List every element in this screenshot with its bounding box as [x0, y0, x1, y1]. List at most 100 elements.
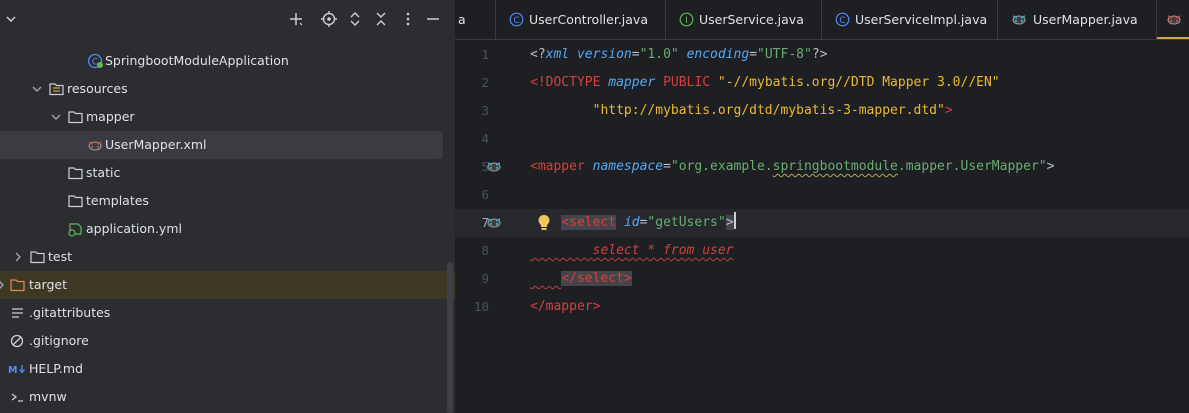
- tree-item-mvnw[interactable]: mvnw: [0, 383, 455, 411]
- svg-text:M: M: [8, 365, 17, 376]
- attr-value: "getUsers": [647, 215, 726, 230]
- tab-usermapper-java[interactable]: UserMapper.java: [998, 0, 1156, 39]
- xml-keyword: xml: [545, 47, 570, 62]
- add-icon[interactable]: [287, 10, 305, 28]
- markdown-icon: M: [8, 365, 25, 376]
- tree-item-label: mvnw: [29, 389, 67, 404]
- tab-usermapper-xml[interactable]: [1157, 0, 1189, 39]
- tree-item-springbootmoduleapplication[interactable]: C SpringbootModuleApplication: [0, 47, 455, 75]
- expand-all-icon[interactable]: [346, 10, 364, 28]
- tag-open: <mapper: [530, 159, 585, 174]
- tab-label: a: [458, 12, 466, 27]
- excluded-folder-icon: [10, 279, 25, 292]
- tag-close: </mapper>: [530, 299, 601, 314]
- line-number: 4: [481, 131, 489, 146]
- attr-name: namespace: [592, 159, 664, 174]
- chevron-right-icon[interactable]: [0, 279, 7, 291]
- tree-item-test[interactable]: test: [0, 243, 455, 271]
- mybatis-navigate-icon[interactable]: [485, 216, 503, 230]
- tab-userservice[interactable]: I UserService.java: [666, 0, 822, 39]
- tag-close: >: [1046, 159, 1055, 174]
- hide-icon[interactable]: [424, 10, 442, 28]
- code-line-2: <!DOCTYPE mapper PUBLIC "-//mybatis.org/…: [530, 69, 1000, 97]
- code-line-3: "http://mybatis.org/dtd/mybatis-3-mapper…: [530, 97, 953, 125]
- line-number: 8: [481, 243, 489, 258]
- resources-folder-icon: [49, 83, 64, 96]
- tab-label: UserMapper.java: [1033, 12, 1138, 27]
- code-line-5: <mapper namespace="org.example.springboo…: [530, 159, 1055, 174]
- code-line-9: </select>: [530, 265, 632, 293]
- editor-pane: a C UserController.java I UserService.ja…: [455, 0, 1189, 413]
- text-caret: [733, 212, 736, 229]
- chevron-down-icon[interactable]: [50, 111, 62, 123]
- class-icon: C: [835, 12, 850, 27]
- mybatis-icon: [1012, 15, 1026, 25]
- tree-item-label: static: [86, 165, 121, 180]
- xml-decl-open: <?: [530, 47, 546, 62]
- selection-highlight: [0, 131, 443, 159]
- tab-label: UserServiceImpl.java: [855, 12, 988, 27]
- options-icon[interactable]: [399, 10, 417, 28]
- project-tool-window: C SpringbootModuleApplication resources …: [0, 0, 455, 413]
- tree-item-gitattributes[interactable]: .gitattributes: [0, 299, 455, 327]
- tab-label: UserService.java: [699, 12, 804, 27]
- spring-yml-icon: [68, 223, 82, 237]
- tree-item-label: application.yml: [86, 221, 182, 236]
- tree-item-usermapper-xml[interactable]: UserMapper.xml: [0, 131, 455, 159]
- mybatis-icon: [88, 141, 102, 151]
- tab-truncated[interactable]: a: [458, 0, 498, 39]
- project-scrollbar[interactable]: [447, 262, 453, 413]
- folder-icon: [68, 167, 83, 180]
- tree-item-mapper[interactable]: mapper: [0, 103, 455, 131]
- tree-item-label: target: [29, 277, 68, 292]
- tree-item-help-md[interactable]: M HELP.md: [0, 355, 455, 383]
- tree-item-templates[interactable]: templates: [0, 187, 455, 215]
- line-number: 6: [481, 187, 489, 202]
- folder-icon: [68, 111, 83, 124]
- tab-label: UserController.java: [529, 12, 648, 27]
- tree-item-gitignore[interactable]: .gitignore: [0, 327, 455, 355]
- chevron-right-icon[interactable]: [12, 251, 24, 263]
- tab-userserviceimpl[interactable]: C UserServiceImpl.java: [822, 0, 997, 39]
- editor-tabs: a C UserController.java I UserService.ja…: [455, 0, 1189, 40]
- line-number: 9: [481, 271, 489, 286]
- attr-name: version: [576, 47, 632, 62]
- tree-item-label: test: [48, 249, 73, 264]
- attr-value: .mapper.UserMapper": [897, 159, 1047, 174]
- line-number: 5: [481, 159, 489, 174]
- tab-usercontroller[interactable]: C UserController.java: [496, 0, 653, 39]
- mybatis-navigate-icon[interactable]: [485, 160, 503, 174]
- code-line-7: <select id="getUsers">: [530, 209, 736, 237]
- line-number: 10: [473, 299, 489, 314]
- tree-item-target[interactable]: target: [0, 271, 455, 299]
- ignore-file-icon: [10, 334, 24, 348]
- tree-item-label: .gitignore: [29, 333, 89, 348]
- interface-icon: I: [679, 12, 694, 27]
- locate-icon[interactable]: [320, 10, 338, 28]
- tree-item-label: HELP.md: [29, 361, 83, 376]
- attr-name: encoding: [686, 47, 750, 62]
- doctype-close: >: [944, 103, 953, 118]
- collapse-all-icon[interactable]: [372, 10, 390, 28]
- doctype-keyword: <!DOCTYPE: [530, 75, 601, 90]
- folder-icon: [68, 195, 83, 208]
- svg-text:C: C: [513, 16, 519, 26]
- tree-item-static[interactable]: static: [0, 159, 455, 187]
- sql-statement: select * from user: [592, 243, 734, 258]
- tree-item-application-yml[interactable]: application.yml: [0, 215, 455, 243]
- spring-class-icon: C: [87, 53, 103, 69]
- system-id: "http://mybatis.org/dtd/mybatis-3-mapper…: [592, 103, 945, 118]
- tree-item-label: templates: [86, 193, 149, 208]
- svg-text:I: I: [685, 16, 688, 26]
- public-keyword: PUBLIC: [663, 75, 711, 90]
- code-line-10: </mapper>: [530, 293, 600, 321]
- tree-item-resources[interactable]: resources: [0, 75, 455, 103]
- attr-name: id: [623, 215, 640, 230]
- attr-value: "1.0": [639, 47, 679, 62]
- text-file-icon: [12, 308, 23, 318]
- line-number: 1: [481, 47, 489, 62]
- code-line-1: <?xml version="1.0" encoding="UTF-8"?>: [530, 47, 828, 62]
- collapse-chevron-icon[interactable]: [4, 12, 18, 26]
- mybatis-icon: [1167, 15, 1181, 25]
- chevron-down-icon[interactable]: [31, 83, 43, 95]
